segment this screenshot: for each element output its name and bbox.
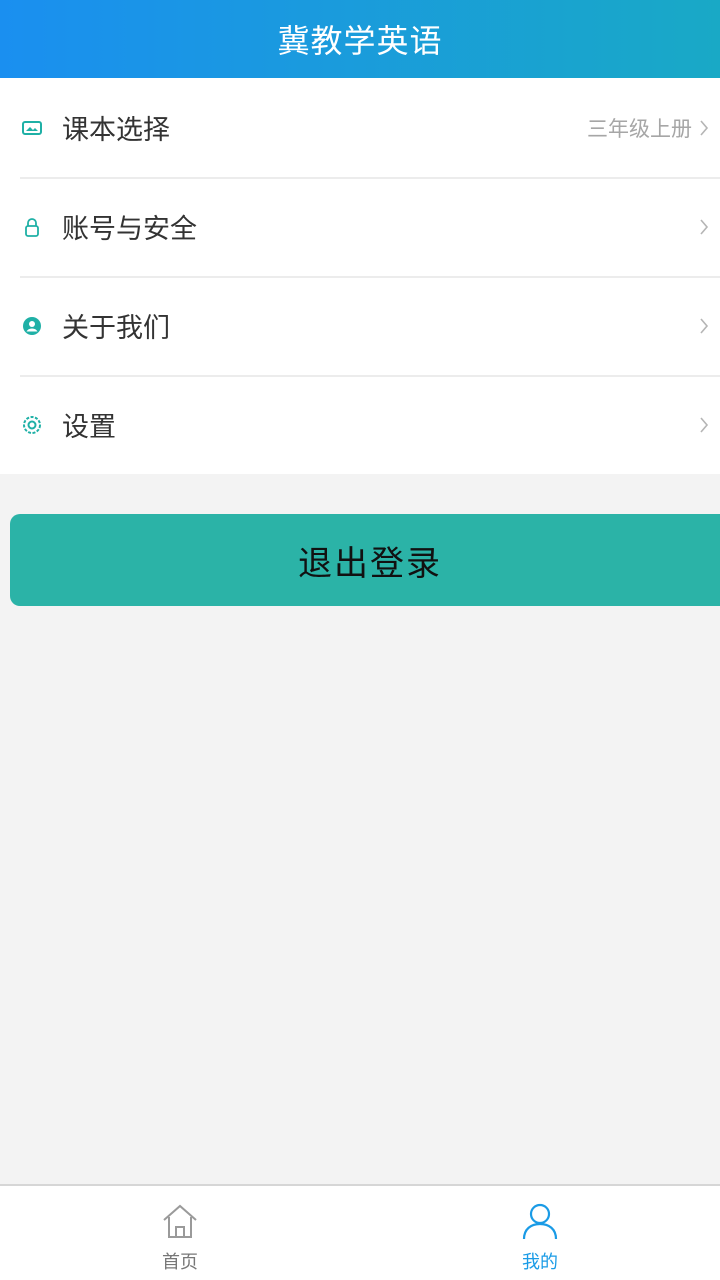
logout-button[interactable]: 退出登录	[10, 514, 720, 606]
textbook-selected-value: 三年级上册	[587, 116, 692, 141]
gear-icon	[20, 413, 44, 437]
logout-button-label: 退出登录	[298, 544, 442, 583]
menu-item-settings[interactable]: 设置	[0, 375, 720, 474]
menu-item-label: 设置	[62, 412, 116, 443]
page-title: 冀教学英语	[277, 22, 443, 60]
chevron-right-icon	[696, 215, 712, 239]
lock-icon	[20, 215, 44, 239]
app-header: 冀教学英语	[0, 0, 720, 78]
chevron-right-icon	[696, 314, 712, 338]
menu-item-account-security[interactable]: 账号与安全	[0, 177, 720, 276]
menu-item-label: 关于我们	[62, 313, 170, 344]
person-icon	[519, 1200, 561, 1242]
chevron-right-icon	[696, 413, 712, 437]
textbook-icon	[20, 116, 44, 140]
settings-menu: 课本选择 三年级上册 账号与安全 关于我们 设置	[0, 78, 720, 474]
bottom-tab-bar: 首页 我的	[0, 1184, 720, 1280]
chevron-right-icon	[696, 116, 712, 140]
tab-mine[interactable]: 我的	[360, 1186, 720, 1280]
user-circle-icon	[20, 314, 44, 338]
tab-label: 首页	[162, 1252, 198, 1273]
menu-item-label: 课本选择	[62, 115, 170, 146]
menu-item-about-us[interactable]: 关于我们	[0, 276, 720, 375]
tab-label: 我的	[522, 1252, 558, 1273]
tab-home[interactable]: 首页	[0, 1186, 360, 1280]
home-icon	[159, 1200, 201, 1242]
menu-item-textbook[interactable]: 课本选择 三年级上册	[0, 78, 720, 177]
menu-item-label: 账号与安全	[62, 214, 197, 245]
